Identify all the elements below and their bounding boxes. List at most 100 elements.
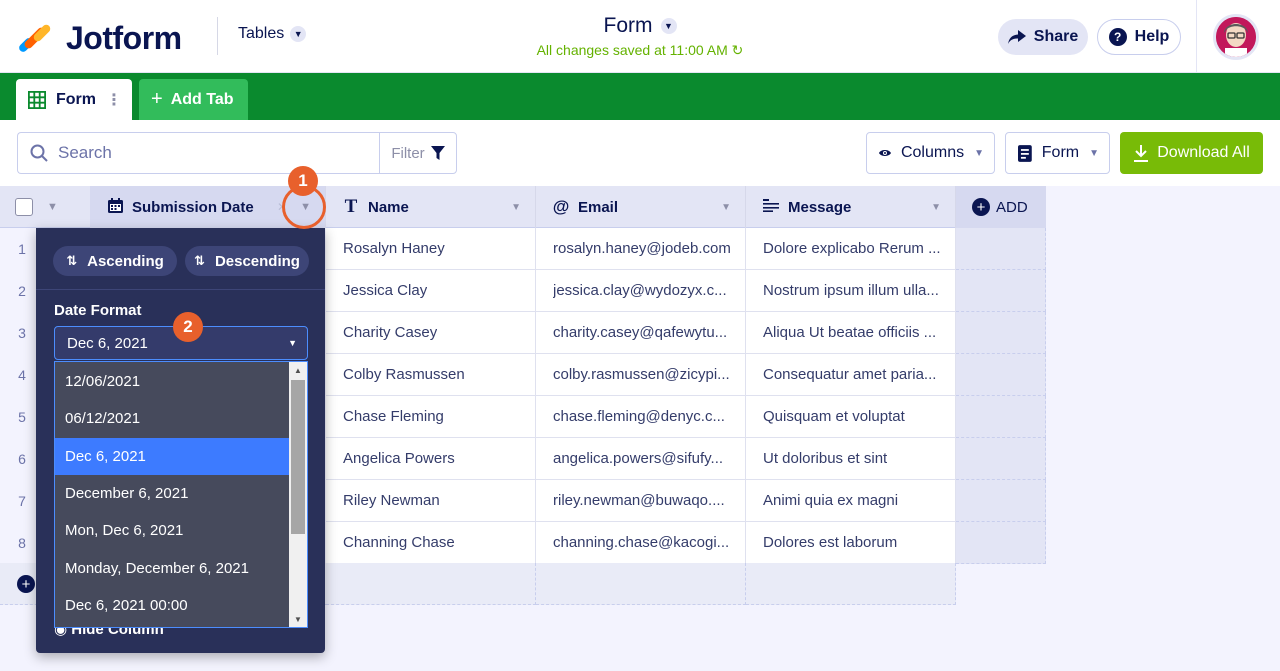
date-format-option[interactable]: December 6, 2021: [55, 475, 289, 512]
calendar-icon: [106, 197, 124, 217]
kebab-menu-icon[interactable]: ⋮: [106, 90, 122, 110]
tab-form-label: Form: [56, 90, 96, 108]
search-box: [17, 132, 380, 174]
cell-text: Aliqua Ut beatae officiis ...: [763, 324, 937, 341]
table-cell-message[interactable]: Ut doloribus et sint: [746, 438, 956, 480]
cell-text: Channing Chase: [343, 534, 455, 551]
cell-text: jessica.clay@wydozyx.c...: [553, 282, 727, 299]
download-label: Download All: [1157, 144, 1250, 161]
select-all-header: ▼: [0, 186, 90, 228]
add-tab-button[interactable]: + Add Tab: [139, 79, 248, 120]
cell-text: Ut doloribus et sint: [763, 450, 888, 467]
empty-cell: [956, 522, 1046, 564]
table-cell-email[interactable]: colby.rasmussen@zicypi...: [536, 354, 746, 396]
column-header-name[interactable]: T Name ▼: [326, 186, 536, 228]
table-cell-message[interactable]: Aliqua Ut beatae officiis ...: [746, 312, 956, 354]
table-cell-message[interactable]: Nostrum ipsum illum ulla...: [746, 270, 956, 312]
date-format-option[interactable]: 06/12/2021: [55, 400, 289, 437]
columns-button[interactable]: Columns ▼: [866, 132, 995, 174]
date-format-option[interactable]: 12/06/2021: [55, 363, 289, 400]
select-all-checkbox[interactable]: [15, 198, 33, 216]
table-cell-email[interactable]: angelica.powers@sifufy...: [536, 438, 746, 480]
cell-text: Charity Casey: [343, 324, 438, 341]
cell-text: Dolores est laborum: [763, 534, 898, 551]
cell-text: Angelica Powers: [343, 450, 455, 467]
chevron-down-icon: ▼: [288, 338, 297, 348]
table-cell-email[interactable]: channing.chase@kacogi...: [536, 522, 746, 564]
cell-text: Dolore explicabo Rerum ...: [763, 240, 941, 257]
date-format-option[interactable]: Monday, December 6, 2021: [55, 550, 289, 587]
cell-text: colby.rasmussen@zicypi...: [553, 366, 730, 383]
add-column-label: ADD: [996, 198, 1028, 216]
cell-text: chase.fleming@denyc.c...: [553, 408, 725, 425]
step-badge-1: 1: [288, 166, 318, 196]
table-cell-name[interactable]: Chase Fleming: [326, 396, 536, 438]
date-format-option[interactable]: Dec 6, 2021 00:00: [55, 587, 289, 624]
table-cell-name[interactable]: Angelica Powers: [326, 438, 536, 480]
table-cell-name[interactable]: Rosalyn Haney: [326, 228, 536, 270]
chevron-down-icon: ▼: [1089, 147, 1099, 159]
share-label: Share: [1033, 28, 1079, 45]
table-cell-email[interactable]: riley.newman@buwaqo....: [536, 480, 746, 522]
column-header-email[interactable]: @ Email ▼: [536, 186, 746, 228]
view-select-button[interactable]: Form ▼: [1005, 132, 1110, 174]
table-cell-message[interactable]: Animi quia ex magni: [746, 480, 956, 522]
table-cell-email[interactable]: charity.casey@qafewytu...: [536, 312, 746, 354]
at-icon: @: [552, 197, 570, 216]
header-divider: [1196, 0, 1197, 73]
sort-descending-button[interactable]: ⇅ Descending: [185, 246, 309, 276]
table-cell-email[interactable]: jessica.clay@wydozyx.c...: [536, 270, 746, 312]
cell-text: Animi quia ex magni: [763, 492, 899, 509]
cell-text: Quisquam et voluptat: [763, 408, 905, 425]
table-cell-email[interactable]: rosalyn.haney@jodeb.com: [536, 228, 746, 270]
filter-funnel-icon: [430, 145, 445, 160]
table-cell-name[interactable]: Riley Newman: [326, 480, 536, 522]
step-badge-2: 2: [173, 312, 203, 342]
add-column-button[interactable]: + ADD: [956, 186, 1046, 228]
chevron-down-icon[interactable]: ▼: [931, 202, 941, 213]
share-button[interactable]: Share: [998, 19, 1088, 55]
table-cell-name[interactable]: Colby Rasmussen: [326, 354, 536, 396]
cell-text: channing.chase@kacogi...: [553, 534, 730, 551]
empty-cell: [956, 396, 1046, 438]
table-cell-message[interactable]: Dolores est laborum: [746, 522, 956, 564]
form-title: Form: [603, 14, 653, 37]
filter-button[interactable]: Filter: [379, 132, 457, 174]
download-all-button[interactable]: Download All: [1120, 132, 1263, 174]
table-cell-name[interactable]: Jessica Clay: [326, 270, 536, 312]
table-cell-message[interactable]: Consequatur amet paria...: [746, 354, 956, 396]
table-cell-message[interactable]: Dolore explicabo Rerum ...: [746, 228, 956, 270]
save-status-text: All changes saved at 11:00 AM: [536, 42, 728, 58]
table-cell-name[interactable]: Channing Chase: [326, 522, 536, 564]
tab-form[interactable]: Form ⋮: [16, 79, 132, 120]
scroll-up-arrow-icon[interactable]: ▲: [289, 362, 307, 378]
column-header-label: Name: [368, 198, 409, 216]
chevron-down-icon[interactable]: ▼: [511, 202, 521, 213]
cell-text: Rosalyn Haney: [343, 240, 445, 257]
columns-label: Columns: [900, 144, 965, 161]
date-format-option[interactable]: Mon, Dec 6, 2021: [55, 512, 289, 549]
add-row-button[interactable]: +: [17, 575, 35, 593]
search-input[interactable]: [58, 143, 358, 163]
help-button[interactable]: ? Help: [1097, 19, 1181, 55]
empty-cell: [956, 228, 1046, 270]
column-header-message[interactable]: Message ▼: [746, 186, 956, 228]
scrollbar[interactable]: ▲ ▼: [289, 362, 307, 627]
scroll-down-arrow-icon[interactable]: ▼: [289, 611, 307, 627]
scrollbar-thumb[interactable]: [291, 380, 305, 534]
empty-cell: [746, 563, 956, 605]
table-cell-email[interactable]: chase.fleming@denyc.c...: [536, 396, 746, 438]
chevron-down-icon[interactable]: ▼: [47, 201, 58, 213]
table-cell-message[interactable]: Quisquam et voluptat: [746, 396, 956, 438]
help-icon: ?: [1108, 28, 1127, 46]
table-cell-name[interactable]: Charity Casey: [326, 312, 536, 354]
eye-icon: [879, 150, 891, 156]
date-format-option[interactable]: Dec 6, 2021: [55, 437, 289, 475]
sort-ascending-button[interactable]: ⇅ Ascending: [53, 246, 177, 276]
cell-text: charity.casey@qafewytu...: [553, 324, 728, 341]
column-header-label: Message: [788, 198, 852, 216]
form-title-button[interactable]: Form ▼: [604, 14, 677, 38]
avatar[interactable]: [1213, 14, 1259, 60]
chevron-down-icon[interactable]: ▼: [721, 202, 731, 213]
title-area: Form ▼: [0, 14, 1280, 38]
